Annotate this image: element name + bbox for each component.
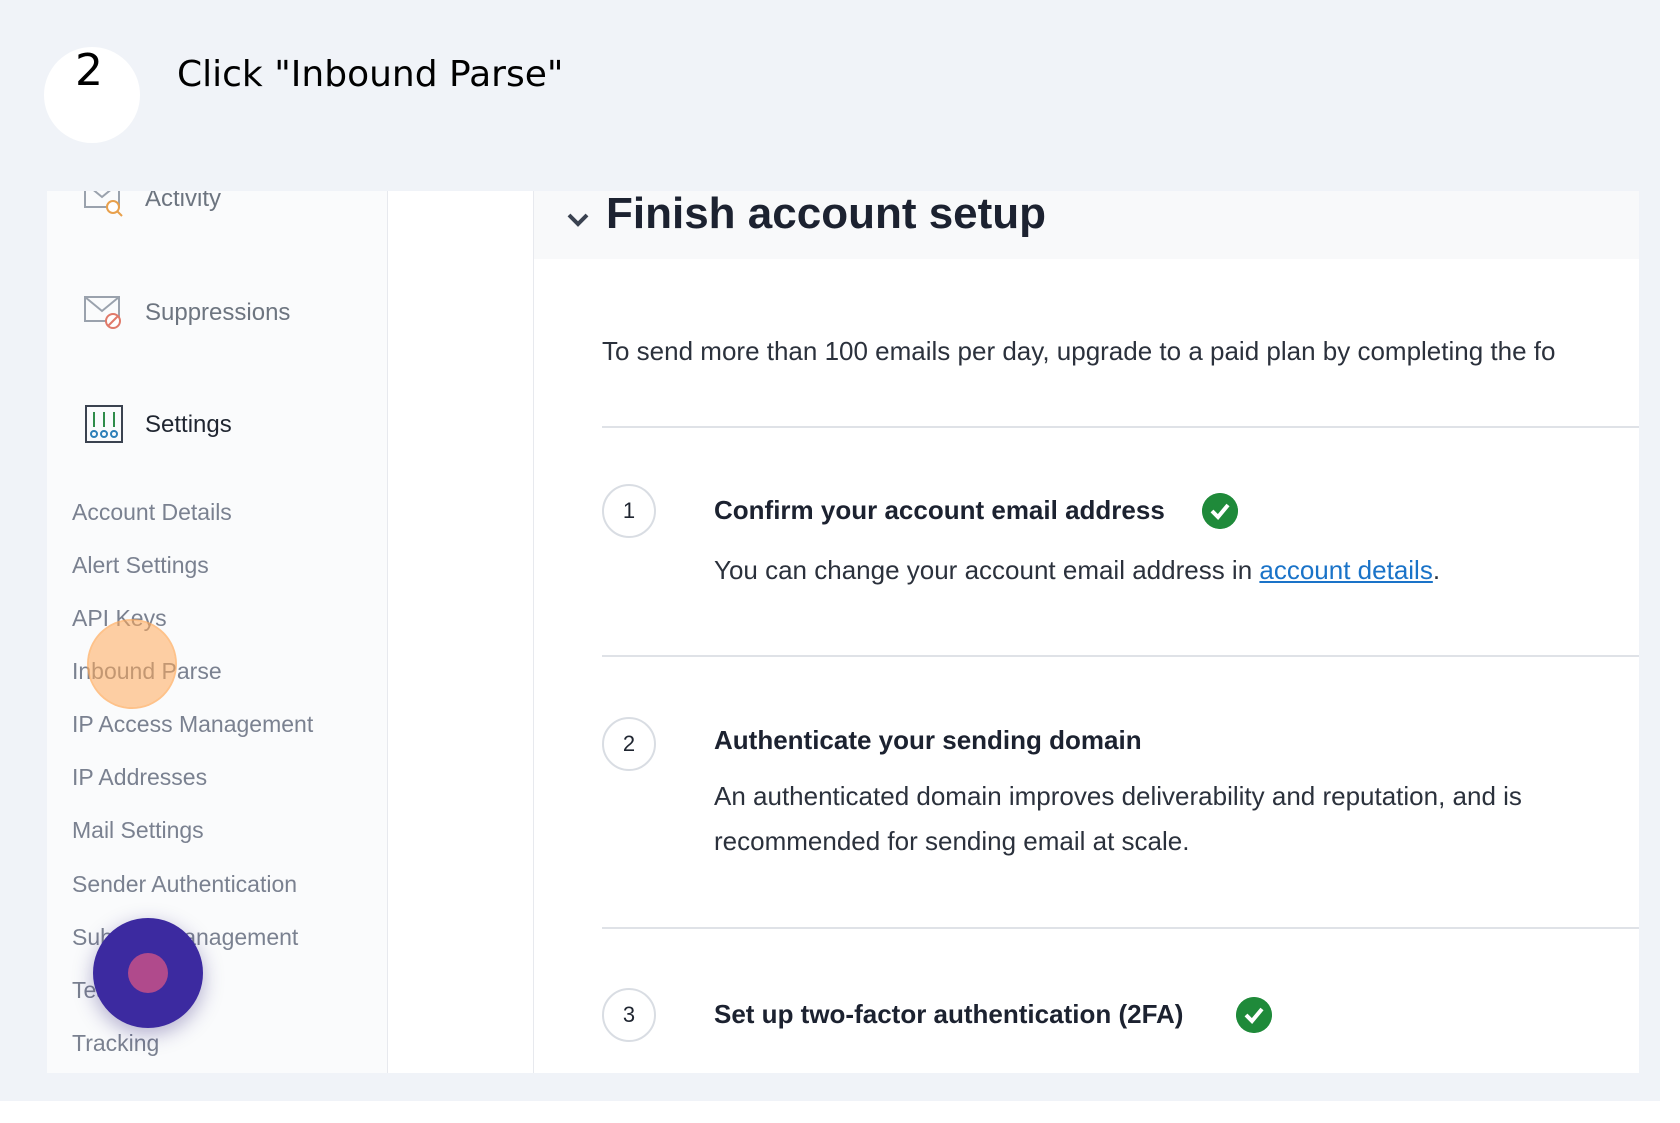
task-number-badge: 1 (602, 484, 656, 538)
tutorial-frame: 2 Click "Inbound Parse" Activity Suppres… (0, 0, 1660, 1101)
sidebar-item-label: Suppressions (145, 299, 291, 326)
task-number: 1 (622, 498, 636, 523)
check-circle-icon (1236, 997, 1272, 1033)
task-description: An authenticated domain improves deliver… (714, 774, 1522, 864)
setup-header[interactable]: Finish account setup (534, 191, 1639, 259)
task-number-badge: 2 (602, 717, 656, 771)
settings-link-ip-addresses[interactable]: IP Addresses (72, 764, 207, 791)
step-number: 2 (75, 45, 103, 96)
sidebar-item-label: Activity (145, 191, 222, 212)
main-panel: Finish account setup To send more than 1… (534, 191, 1639, 1073)
divider (602, 927, 1639, 929)
divider (602, 426, 1639, 428)
secondary-column (388, 191, 534, 1073)
task-title: Set up two-factor authentication (2FA) (714, 999, 1184, 1029)
sidebar-item-activity[interactable]: Activity (83, 191, 383, 227)
task-description: You can change your account email addres… (714, 548, 1440, 593)
record-button[interactable] (93, 918, 203, 1028)
settings-link-ip-access-management[interactable]: IP Access Management (72, 711, 313, 738)
task-number: 2 (622, 731, 636, 756)
mail-block-icon (84, 296, 121, 329)
task-description-text: You can change your account email addres… (714, 555, 1260, 585)
mail-search-icon (84, 191, 123, 217)
divider (602, 655, 1639, 657)
record-dot (128, 953, 168, 993)
task-title: Confirm your account email address (714, 495, 1165, 525)
sidebar-item-suppressions[interactable]: Suppressions (83, 291, 406, 341)
settings-link-alert-settings[interactable]: Alert Settings (72, 552, 209, 579)
setup-intro-text: To send more than 100 emails per day, up… (602, 336, 1556, 366)
sidebar-item-label: Settings (145, 411, 232, 438)
task-description-suffix: . (1432, 555, 1441, 585)
task-number-badge: 3 (602, 988, 656, 1042)
app-screenshot: Activity Suppressions Settings Account D… (47, 191, 1639, 1073)
task-description-line: recommended for sending email at scale. (714, 826, 1190, 856)
settings-link-tracking[interactable]: Tracking (72, 1030, 159, 1057)
sidebar: Activity Suppressions Settings Account D… (47, 191, 406, 1073)
chevron-down-icon[interactable] (564, 205, 592, 233)
settings-link-sender-authentication[interactable]: Sender Authentication (72, 871, 297, 898)
click-highlight (89, 621, 175, 707)
task-number: 3 (622, 1002, 636, 1027)
check-circle-icon (1202, 493, 1238, 529)
task-title: Authenticate your sending domain (714, 725, 1142, 755)
sidebar-item-settings[interactable]: Settings (83, 403, 406, 453)
sliders-icon (85, 405, 123, 443)
page-title: Finish account setup (606, 191, 1047, 238)
step-instruction: Click "Inbound Parse" (177, 54, 564, 95)
account-details-link[interactable]: account details (1259, 555, 1432, 585)
task-description-line: An authenticated domain improves deliver… (714, 781, 1522, 811)
settings-link-account-details[interactable]: Account Details (72, 499, 232, 526)
settings-link-mail-settings[interactable]: Mail Settings (72, 817, 204, 844)
